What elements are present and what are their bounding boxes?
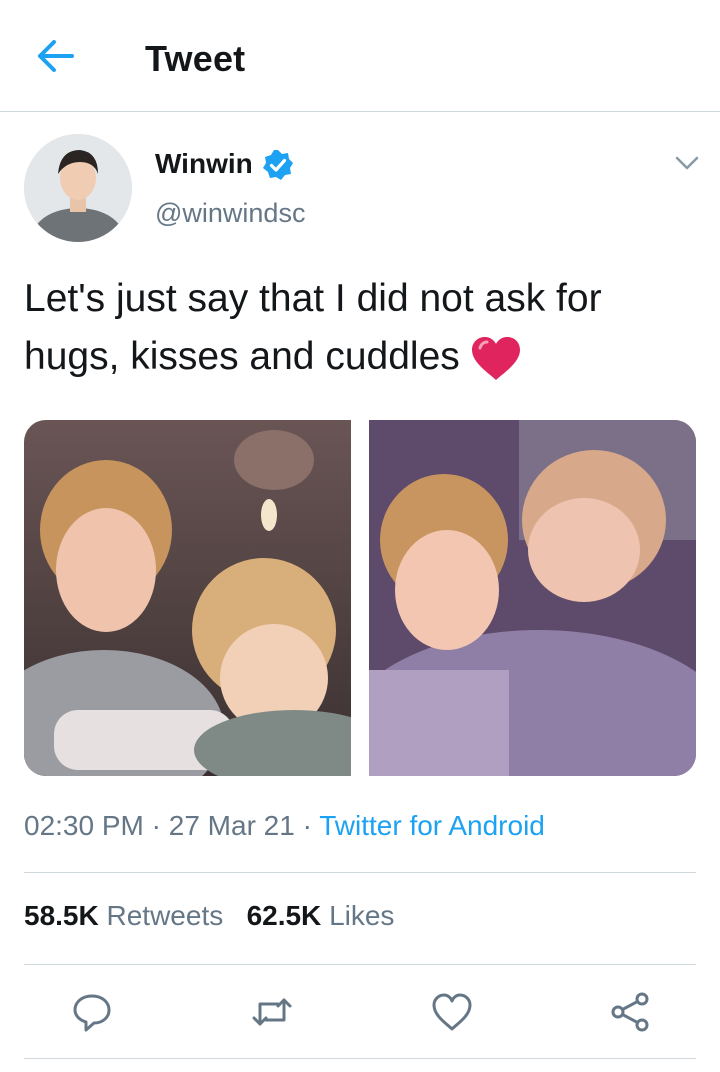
divider bbox=[24, 872, 696, 873]
share-button[interactable] bbox=[608, 990, 652, 1034]
photo-image bbox=[24, 420, 351, 776]
tweet-photo-2[interactable] bbox=[369, 420, 696, 776]
photo-image bbox=[369, 420, 696, 776]
arrow-left-icon bbox=[38, 40, 74, 72]
retweets-stat[interactable]: 58.5K Retweets bbox=[24, 900, 223, 931]
like-button[interactable] bbox=[430, 990, 474, 1034]
tweet-metadata: 02:30 PM · 27 Mar 21 · Twitter for Andro… bbox=[24, 810, 545, 842]
like-icon bbox=[432, 993, 472, 1031]
avatar-image bbox=[24, 134, 132, 242]
verified-badge-icon bbox=[263, 150, 293, 180]
tweet-text: Let's just say that I did not ask for hu… bbox=[24, 270, 704, 386]
page-title: Tweet bbox=[145, 38, 246, 79]
reply-icon bbox=[73, 994, 111, 1032]
chevron-down-icon bbox=[675, 156, 699, 170]
back-button[interactable] bbox=[34, 36, 78, 76]
avatar[interactable] bbox=[24, 134, 132, 242]
likes-count: 62.5K bbox=[246, 900, 322, 931]
tweet-time: 02:30 PM bbox=[24, 810, 144, 841]
divider bbox=[24, 964, 696, 965]
retweet-icon bbox=[252, 998, 292, 1026]
tweet-photo-1[interactable] bbox=[24, 420, 351, 776]
likes-stat[interactable]: 62.5K Likes bbox=[247, 900, 395, 931]
more-options-button[interactable] bbox=[672, 150, 702, 176]
separator: · bbox=[143, 810, 169, 841]
tweet-source-link[interactable]: Twitter for Android bbox=[319, 810, 545, 841]
top-bar: Tweet bbox=[0, 0, 720, 112]
likes-label: Likes bbox=[329, 900, 395, 931]
red-heart-emoji bbox=[471, 336, 520, 380]
share-icon bbox=[611, 992, 649, 1032]
divider bbox=[24, 1058, 696, 1059]
author-handle[interactable]: @winwindsc bbox=[155, 198, 305, 229]
retweets-count: 58.5K bbox=[24, 900, 99, 931]
reply-button[interactable] bbox=[70, 990, 114, 1034]
retweet-button[interactable] bbox=[250, 990, 294, 1034]
retweets-label: Retweets bbox=[106, 900, 224, 931]
tweet-stats: 58.5K Retweets 62.5K Likes bbox=[24, 900, 394, 932]
separator: · bbox=[294, 810, 320, 841]
author-name[interactable]: Winwin bbox=[155, 148, 253, 180]
tweet-date: 27 Mar 21 bbox=[168, 810, 295, 841]
